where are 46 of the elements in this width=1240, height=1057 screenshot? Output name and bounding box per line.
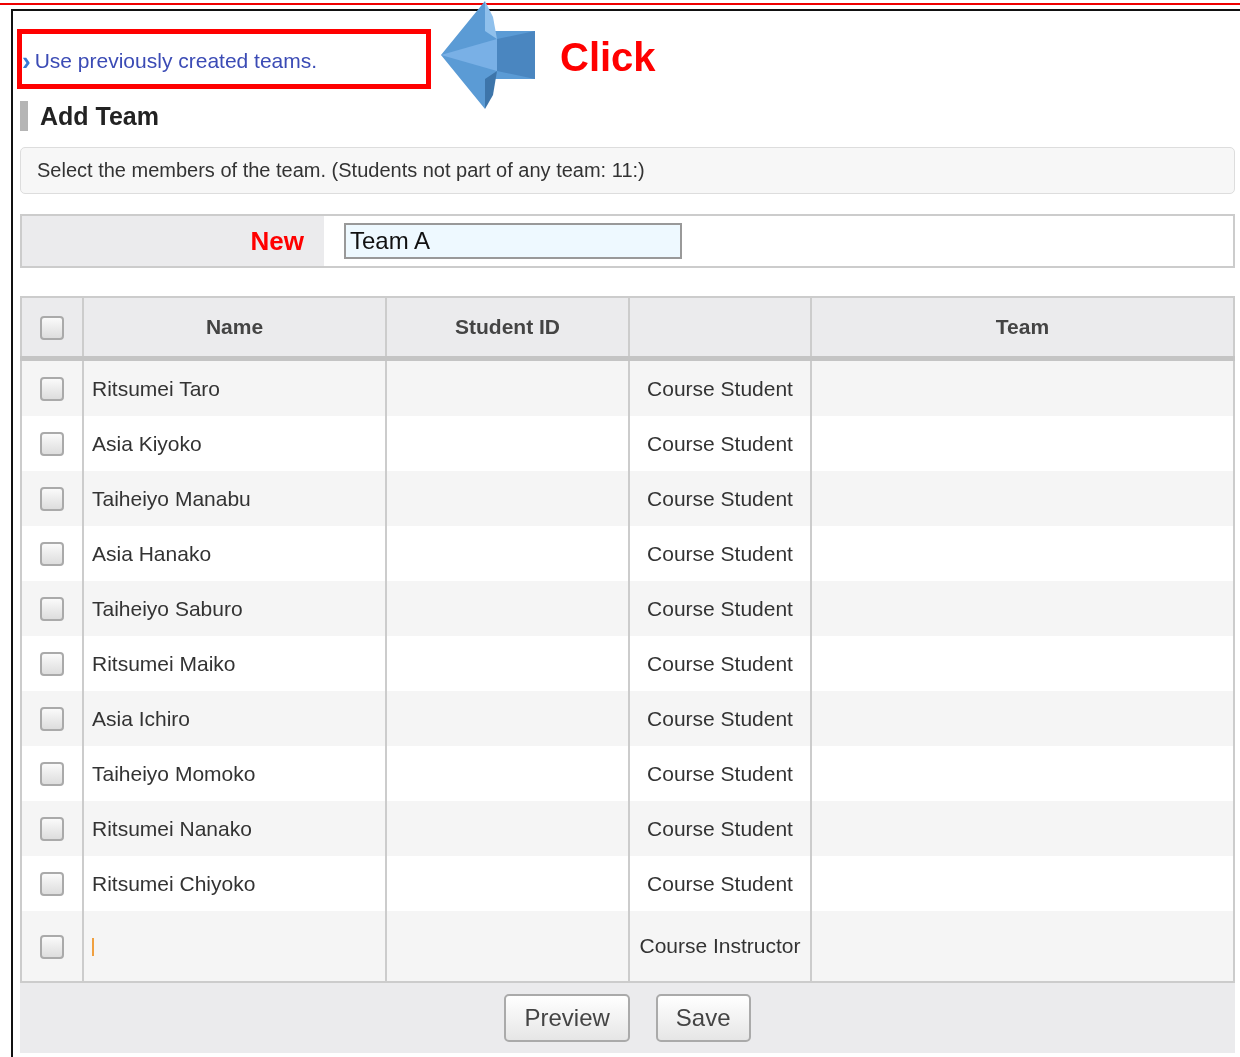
column-header: Team [811,297,1234,359]
row-checkbox[interactable] [40,432,64,457]
table-cell: Course Student [647,376,793,400]
text-cursor-icon [92,938,94,957]
preview-button[interactable]: Preview [504,994,630,1042]
row-checkbox[interactable] [40,934,64,959]
table-cell: Course Student [647,761,793,785]
table-cell: Course Instructor [639,934,801,957]
table-cell: Taiheiyo Manabu [92,486,251,510]
table-cell: Ritsumei Maiko [92,651,236,675]
row-checkbox[interactable] [40,872,64,897]
table-cell: Course Student [647,651,793,675]
table-cell: Taiheiyo Saburo [92,596,243,620]
previous-teams-link[interactable]: ›Use previously created teams. [22,49,318,73]
row-checkbox[interactable] [40,817,64,842]
table-cell: Course Student [647,541,793,565]
table-cell: Asia Hanako [92,541,212,565]
table-cell: Course Student [647,431,793,455]
table-cell: Taiheiyo Momoko [92,761,256,785]
table-cell: Ritsumei Chiyoko [92,871,256,895]
team-name-field[interactable]: Team A [344,223,682,259]
row-checkbox[interactable] [40,542,64,567]
table-cell: Ritsumei Nanako [92,816,252,840]
row-checkbox[interactable] [40,762,64,787]
row-checkbox[interactable] [40,377,64,402]
new-team-label: New [250,225,304,257]
table-cell: Ritsumei Taro [92,376,220,400]
table-cell: Asia Kiyoko [92,431,202,455]
table-cell: Course Student [647,816,793,840]
table-cell: Course Student [647,596,793,620]
section-heading: Add Team [40,101,159,131]
row-checkbox[interactable] [40,597,64,622]
column-header: Student ID [386,297,629,359]
heading-marker [20,101,28,131]
row-checkbox[interactable] [40,652,64,677]
column-header: Name [83,297,386,359]
row-checkbox[interactable] [40,487,64,512]
select-all-checkbox[interactable] [40,315,64,340]
table-cell: Course Student [647,706,793,730]
table-cell: Course Student [647,486,793,510]
info-message: Select the members of the team. (Students not part of any team: 11:) [20,147,1235,194]
row-checkbox[interactable] [40,707,64,732]
callout-label: Click [560,35,656,80]
save-button[interactable]: Save [655,994,751,1042]
table-cell: Asia Ichiro [92,706,191,730]
table-cell: Course Student [647,871,793,895]
